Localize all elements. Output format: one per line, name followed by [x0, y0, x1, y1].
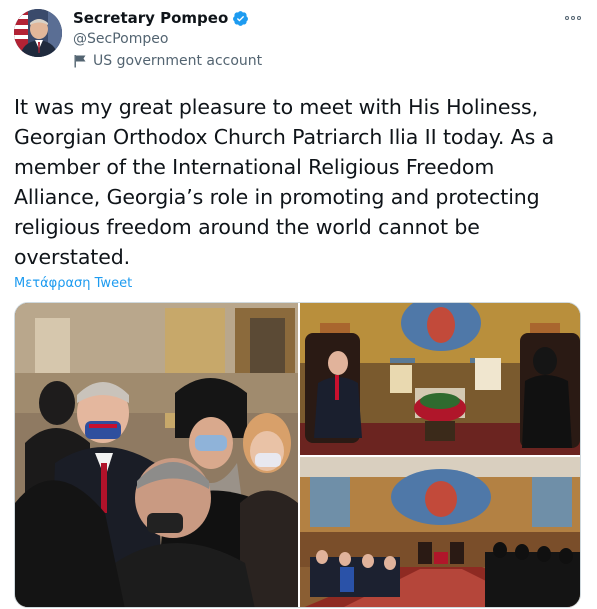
tweet-text-line: Georgian Orthodox Church Patriarch Ilia … [14, 125, 555, 149]
media-grid [14, 302, 581, 608]
tweet-text-line: religious freedom around the world canno… [14, 215, 480, 239]
tweet-text-line: Alliance, Georgia’s role in promoting an… [14, 185, 540, 209]
photo-seated-meeting[interactable] [300, 303, 580, 455]
avatar[interactable] [14, 9, 62, 57]
tweet-text-line: overstated. [14, 245, 131, 269]
tweet-text: It was my great pleasure to meet with Hi… [14, 92, 589, 272]
flag-icon [73, 54, 87, 68]
tweet-text-line: member of the International Religious Fr… [14, 155, 495, 179]
tweet-card: Secretary Pompeo @SecPompeo US governmen… [0, 0, 597, 609]
account-label: US government account [93, 53, 263, 69]
more-options-icon[interactable] [561, 10, 585, 26]
translate-tweet-link[interactable]: Μετάφραση Tweet [14, 276, 132, 291]
display-name[interactable]: Secretary Pompeo [73, 9, 228, 27]
verified-badge-icon [232, 10, 249, 27]
photo-meeting-corridor[interactable] [15, 303, 298, 607]
author-handle[interactable]: @SecPompeo [73, 31, 168, 47]
author-name-row[interactable]: Secretary Pompeo [73, 9, 249, 27]
tweet-text-line: It was my great pleasure to meet with Hi… [14, 95, 539, 119]
photo-hall-meeting[interactable] [300, 457, 580, 607]
government-label: US government account [73, 53, 262, 69]
